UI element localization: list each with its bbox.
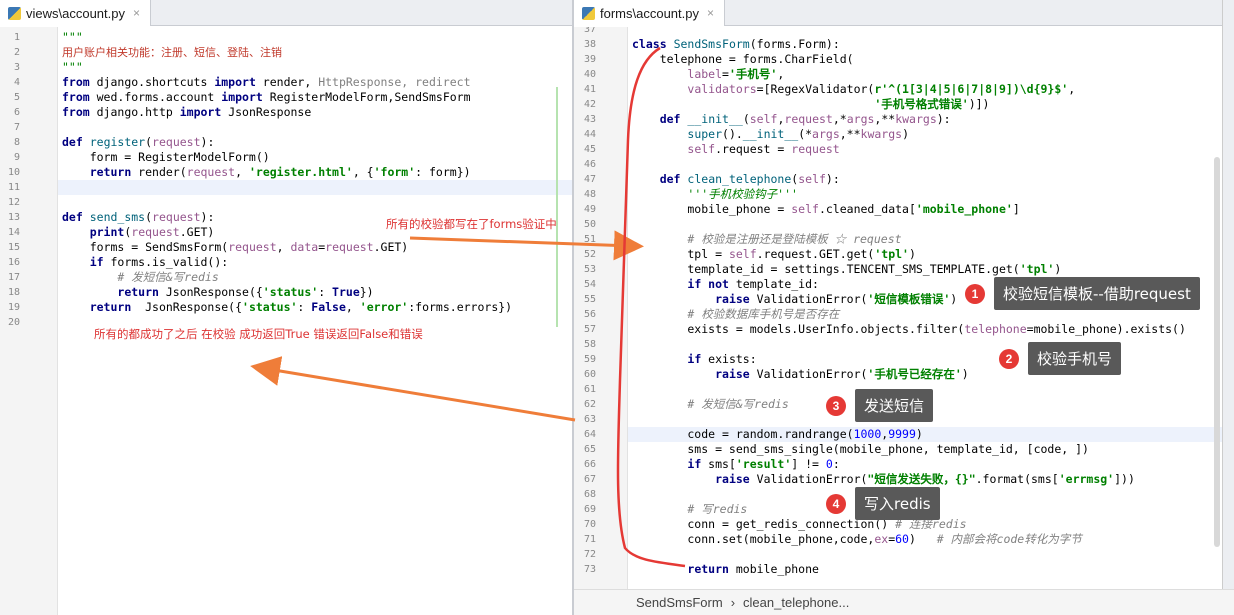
- callout-badge-2: 2: [999, 349, 1019, 369]
- arrow-to-forms: [409, 230, 644, 261]
- callout-badge-3: 3: [826, 396, 846, 416]
- callout-label-2: 校验手机号: [1028, 342, 1122, 375]
- callout-badge-4: 4: [826, 494, 846, 514]
- callout-label-1: 校验短信模板--借助request: [994, 277, 1200, 310]
- callout-label-3: 发送短信: [855, 389, 934, 422]
- red-bracket: [616, 46, 686, 568]
- success-note: 所有的都成功了之后 在校验 成功返回True 错误返回False和错误: [94, 327, 423, 341]
- callout-label-4: 写入redis: [855, 487, 940, 520]
- arrow-back-to-views: [250, 356, 576, 422]
- forms-note: 所有的校验都写在了forms验证中: [386, 217, 557, 231]
- callout-badge-1: 1: [965, 284, 985, 304]
